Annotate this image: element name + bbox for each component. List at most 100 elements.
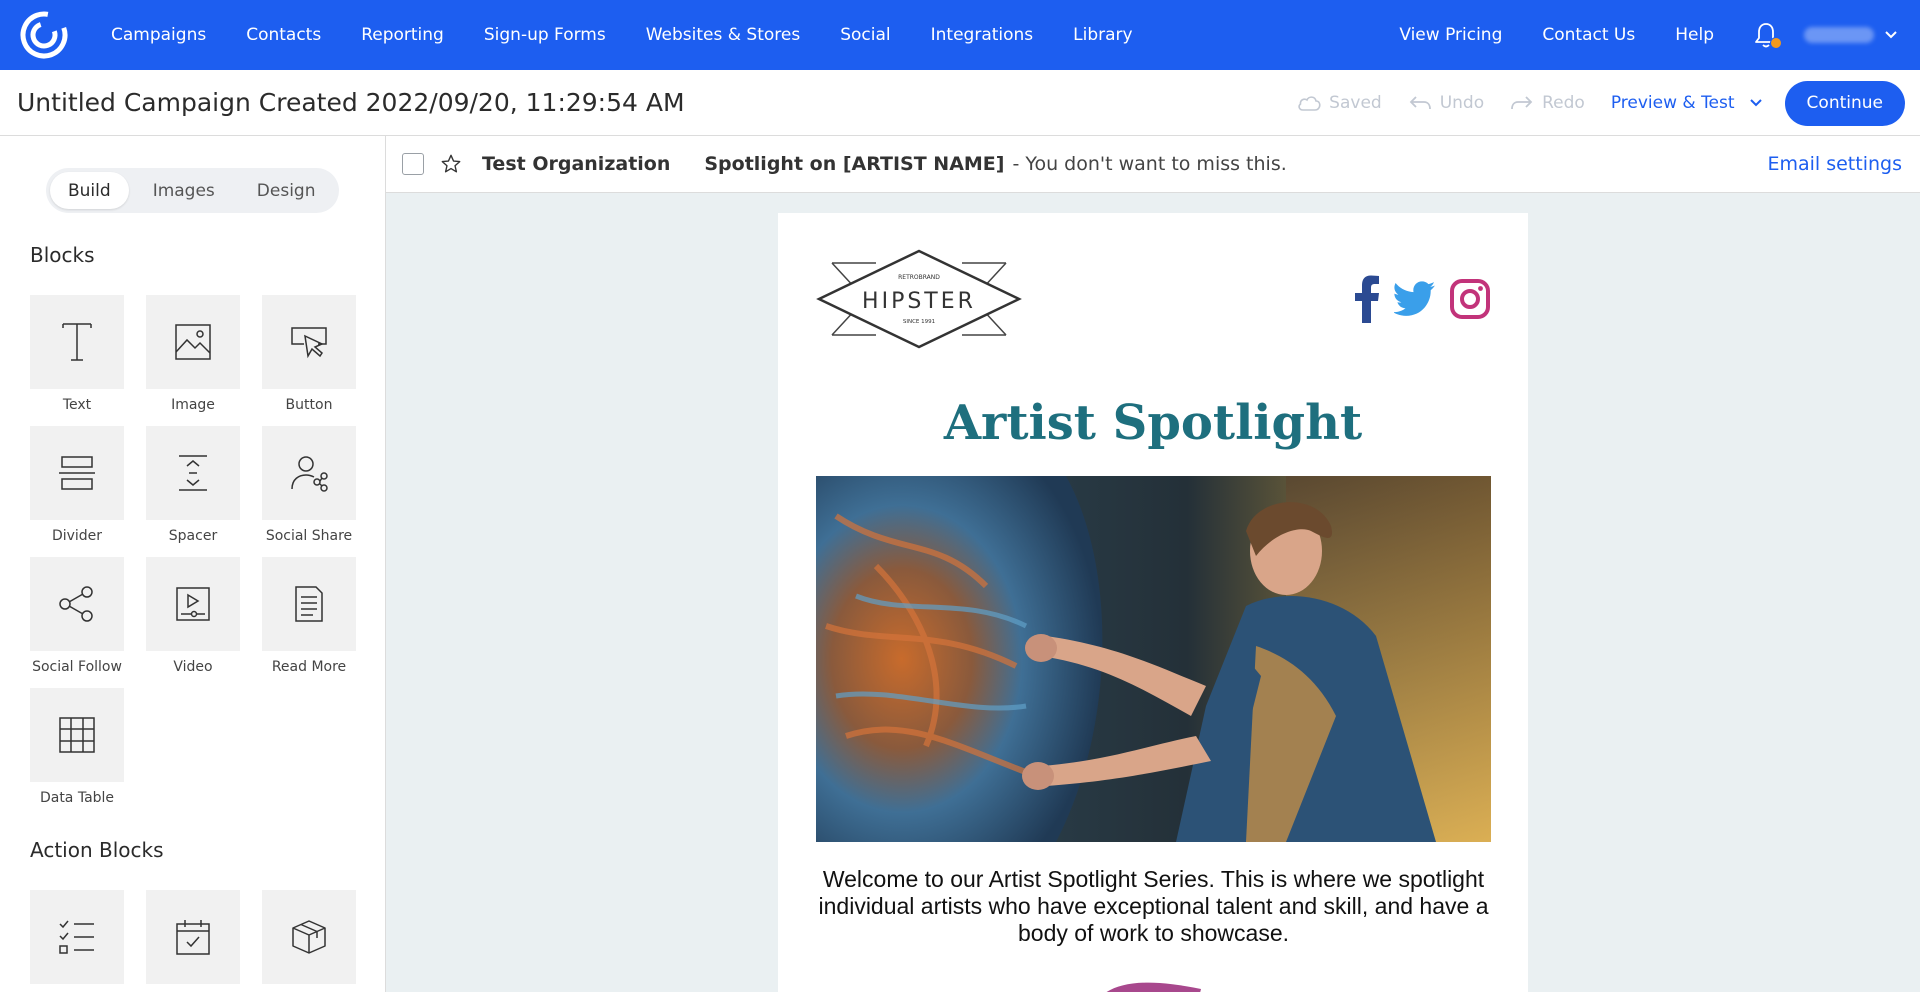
account-menu[interactable] — [1804, 27, 1898, 43]
preview-label: Preview & Test — [1610, 93, 1735, 113]
redo-icon — [1511, 96, 1533, 110]
continue-button[interactable]: Continue — [1784, 80, 1905, 126]
divider-icon — [30, 426, 124, 520]
chevron-down-icon — [1885, 31, 1897, 39]
block-label: Video — [173, 659, 213, 675]
block-label: Text — [62, 397, 92, 413]
block-label: Social Follow — [32, 659, 122, 675]
block-data-table[interactable]: Data Table — [30, 688, 124, 819]
redo-label: Redo — [1542, 93, 1585, 113]
block-label: Button — [285, 397, 333, 413]
box-icon — [262, 890, 356, 984]
email-body-text[interactable]: Welcome to our Artist Spotlight Series. … — [816, 866, 1491, 947]
block-read-more[interactable]: Read More — [262, 557, 356, 688]
email-header-bar: Test Organization Spotlight on [ARTIST N… — [386, 136, 1920, 193]
email-canvas: Test Organization Spotlight on [ARTIST N… — [386, 136, 1920, 992]
twitter-icon[interactable] — [1392, 281, 1436, 321]
brand-logo-icon[interactable] — [19, 10, 69, 60]
read-more-icon — [262, 557, 356, 651]
video-icon — [146, 557, 240, 651]
nav-campaigns[interactable]: Campaigns — [111, 25, 206, 45]
sidebar-tabs: Build Images Design — [46, 168, 339, 213]
campaign-header: Untitled Campaign Created 2022/09/20, 11… — [0, 70, 1920, 136]
notification-bell-icon[interactable] — [1754, 21, 1782, 49]
block-text[interactable]: Text — [30, 295, 124, 426]
data-table-icon — [30, 688, 124, 782]
nav-reporting[interactable]: Reporting — [361, 25, 444, 45]
tab-images[interactable]: Images — [135, 172, 233, 209]
email-settings-link[interactable]: Email settings — [1767, 153, 1902, 175]
undo-icon — [1409, 96, 1431, 110]
block-label: Spacer — [168, 528, 218, 544]
checklist-icon — [30, 890, 124, 984]
email-title[interactable]: Artist Spotlight — [778, 395, 1528, 451]
email-social-icons — [1340, 275, 1490, 327]
instagram-icon[interactable] — [1450, 279, 1490, 323]
block-label: Image — [171, 397, 215, 413]
hipster-logo[interactable]: RETROBRAND HIPSTER SINCE 1991 — [816, 249, 1022, 349]
notification-dot — [1770, 37, 1782, 49]
image-icon — [146, 295, 240, 389]
nav-contact-us[interactable]: Contact Us — [1542, 25, 1635, 45]
action-blocks-grid — [30, 890, 360, 992]
nav-view-pricing[interactable]: View Pricing — [1399, 25, 1502, 45]
spacer-icon — [146, 426, 240, 520]
block-label: Read More — [271, 659, 347, 675]
social-share-icon — [262, 426, 356, 520]
logo-bottom-text: SINCE 1991 — [903, 319, 935, 325]
top-navigation: Campaigns Contacts Reporting Sign-up For… — [0, 0, 1920, 70]
block-checklist[interactable] — [30, 890, 124, 992]
facebook-icon[interactable] — [1354, 275, 1380, 327]
action-blocks-heading: Action Blocks — [30, 838, 164, 862]
chevron-down-icon — [1749, 99, 1762, 107]
email-body-preview: RETROBRAND HIPSTER SINCE 1991 Artist Spo… — [778, 213, 1528, 992]
social-follow-icon — [30, 557, 124, 651]
nav-right-group: View Pricing Contact Us Help — [1379, 0, 1920, 70]
nav-social[interactable]: Social — [840, 25, 890, 45]
email-preheader: - You don't want to miss this. — [1012, 153, 1287, 175]
nav-integrations[interactable]: Integrations — [931, 25, 1034, 45]
block-video[interactable]: Video — [146, 557, 240, 688]
logo-top-text: RETROBRAND — [898, 274, 940, 281]
campaign-actions: Saved Undo Redo Preview & Test Continue — [1297, 70, 1905, 136]
blocks-grid: Text Image Button Divider Spacer Social … — [30, 295, 360, 819]
nav-help[interactable]: Help — [1675, 25, 1714, 45]
block-button[interactable]: Button — [262, 295, 356, 426]
redo-button[interactable]: Redo — [1510, 93, 1585, 113]
preview-test-button[interactable]: Preview & Test — [1611, 93, 1763, 113]
account-name-blurred — [1804, 27, 1874, 43]
nav-signup-forms[interactable]: Sign-up Forms — [484, 25, 606, 45]
text-icon — [30, 295, 124, 389]
block-label: Social Share — [265, 528, 353, 544]
saved-status: Saved — [1297, 93, 1382, 113]
block-box[interactable] — [262, 890, 356, 992]
nav-websites-stores[interactable]: Websites & Stores — [646, 25, 800, 45]
block-image[interactable]: Image — [146, 295, 240, 426]
block-label: Data Table — [39, 790, 115, 806]
hero-image-artist-painting[interactable] — [816, 476, 1491, 842]
block-divider[interactable]: Divider — [30, 426, 124, 557]
block-spacer[interactable]: Spacer — [146, 426, 240, 557]
calendar-check-icon — [146, 890, 240, 984]
block-social-share[interactable]: Social Share — [262, 426, 356, 557]
block-label: Divider — [51, 528, 103, 544]
email-subject: Spotlight on [ARTIST NAME] — [704, 153, 1005, 175]
block-social-follow[interactable]: Social Follow — [30, 557, 124, 688]
star-icon[interactable] — [440, 153, 462, 175]
nav-contacts[interactable]: Contacts — [246, 25, 321, 45]
block-calendar[interactable] — [146, 890, 240, 992]
saved-label: Saved — [1329, 93, 1382, 113]
tab-build[interactable]: Build — [50, 172, 129, 209]
builder-sidebar: Build Images Design Blocks Text Image Bu… — [0, 136, 386, 992]
undo-button[interactable]: Undo — [1408, 93, 1484, 113]
from-organization: Test Organization — [482, 153, 671, 175]
blocks-heading: Blocks — [30, 243, 95, 267]
undo-label: Undo — [1439, 93, 1485, 113]
button-icon — [262, 295, 356, 389]
logo-main-text: HIPSTER — [862, 289, 976, 314]
cloud-icon — [1298, 96, 1321, 111]
campaign-title[interactable]: Untitled Campaign Created 2022/09/20, 11… — [17, 88, 685, 117]
tab-design[interactable]: Design — [239, 172, 334, 209]
nav-library[interactable]: Library — [1073, 25, 1132, 45]
select-checkbox[interactable] — [402, 153, 424, 175]
